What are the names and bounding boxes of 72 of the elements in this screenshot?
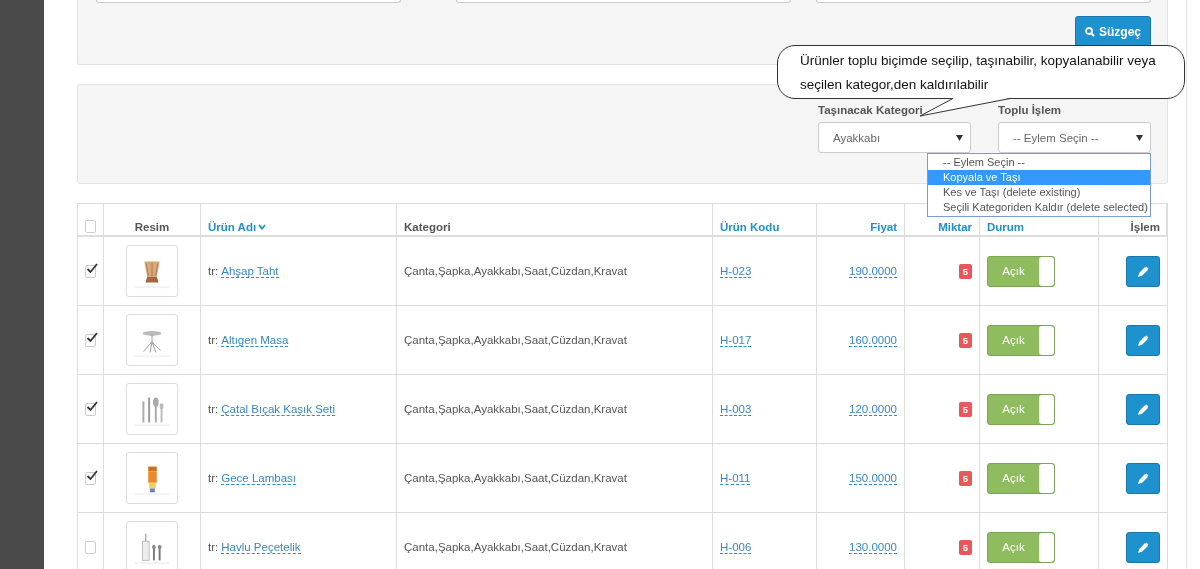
category-text: Çanta,Şapka,Ayakkabı,Saat,Cüzdan,Kravat [404, 265, 627, 277]
product-name-link[interactable]: Çatal Bıçak Kaşık Seti [221, 402, 335, 416]
category-select[interactable]: Ayakkabı [818, 122, 971, 153]
column-header[interactable]: Ürün Adı [208, 221, 267, 233]
edit-button[interactable] [1126, 324, 1160, 356]
action-select[interactable]: -- Eylem Seçin -- [998, 122, 1151, 153]
quantity-badge: 5 [958, 401, 972, 417]
product-name-link[interactable]: Altıgen Masa [221, 333, 289, 347]
dropdown-arrow-icon [1136, 134, 1143, 141]
status-toggle[interactable]: Açık [987, 393, 1055, 425]
filter-button[interactable]: Süzgeç [1075, 16, 1151, 47]
edit-button[interactable] [1126, 393, 1160, 425]
product-name-link[interactable]: Gece Lambası [221, 471, 297, 485]
category-text: Çanta,Şapka,Ayakkabı,Saat,Cüzdan,Kravat [404, 541, 627, 553]
column-header[interactable]: Ürün Kodu [720, 221, 780, 233]
status-toggle[interactable]: Açık [987, 255, 1055, 287]
category-text: Çanta,Şapka,Ayakkabı,Saat,Cüzdan,Kravat [404, 472, 627, 484]
price-link[interactable]: 160.0000 [849, 333, 897, 347]
status-toggle[interactable]: Açık [987, 462, 1055, 494]
dropdown-option[interactable]: Kopyala ve Taşı [928, 170, 1150, 185]
dropdown-arrow-icon [956, 134, 963, 141]
filter-field[interactable] [816, 0, 1151, 3]
category-text: Çanta,Şapka,Ayakkabı,Saat,Cüzdan,Kravat [404, 403, 627, 415]
product-name-link[interactable]: Ahşap Taht [221, 264, 279, 278]
quantity-badge: 5 [958, 263, 972, 279]
caret-icon [258, 224, 267, 230]
status-toggle[interactable]: Açık [987, 531, 1055, 563]
language-prefix: tr: [208, 472, 219, 484]
pencil-icon [1137, 265, 1149, 277]
edit-button[interactable] [1126, 462, 1160, 494]
column-header[interactable]: Fiyat [870, 221, 897, 233]
price-link[interactable]: 130.0000 [849, 540, 897, 554]
filter-field[interactable] [456, 0, 791, 3]
edit-button[interactable] [1126, 531, 1160, 563]
quantity-badge: 5 [958, 332, 972, 348]
checkbox[interactable] [85, 333, 96, 347]
column-header: İşlem [1130, 221, 1160, 233]
product-code-link[interactable]: H-017 [720, 333, 752, 347]
language-prefix: tr: [208, 265, 219, 277]
price-link[interactable]: 150.0000 [849, 471, 897, 485]
filter-field[interactable] [96, 0, 401, 3]
product-code-link[interactable]: H-003 [720, 402, 752, 416]
column-header: Kategori [404, 221, 451, 233]
field-label: Taşınacak Kategori [818, 104, 923, 116]
product-code-link[interactable]: H-023 [720, 264, 752, 278]
language-prefix: tr: [208, 541, 219, 553]
price-link[interactable]: 190.0000 [849, 264, 897, 278]
pencil-icon [1137, 472, 1149, 484]
checkbox[interactable] [85, 402, 96, 416]
product-code-link[interactable]: H-011 [720, 471, 751, 485]
language-prefix: tr: [208, 334, 219, 346]
quantity-badge: 5 [958, 470, 972, 486]
checkbox[interactable] [85, 540, 96, 554]
pencil-icon [1137, 334, 1149, 346]
product-name-link[interactable]: Havlu Peçetelik [221, 540, 301, 554]
status-toggle[interactable]: Açık [987, 324, 1055, 356]
checkbox[interactable] [85, 471, 96, 485]
pencil-icon [1137, 541, 1149, 553]
pencil-icon [1137, 403, 1149, 415]
checkbox[interactable] [85, 220, 96, 233]
product-code-link[interactable]: H-006 [720, 540, 752, 554]
category-text: Çanta,Şapka,Ayakkabı,Saat,Cüzdan,Kravat [404, 334, 627, 346]
search-icon [1085, 26, 1095, 37]
column-header: Resim [134, 221, 170, 233]
field-label: Toplu İşlem [998, 104, 1062, 116]
edit-button[interactable] [1126, 255, 1160, 287]
language-prefix: tr: [208, 403, 219, 415]
column-header[interactable]: Miktar [938, 221, 972, 233]
checkbox[interactable] [85, 264, 96, 278]
column-header[interactable]: Durum [987, 221, 1025, 233]
quantity-badge: 5 [958, 539, 972, 555]
price-link[interactable]: 120.0000 [849, 402, 897, 416]
